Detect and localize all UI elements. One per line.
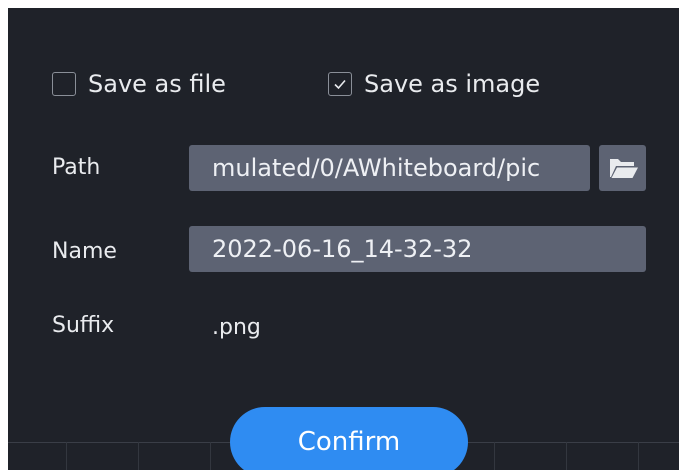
grid-divider — [494, 442, 495, 470]
grid-divider — [210, 442, 211, 470]
grid-divider — [566, 442, 567, 470]
save-as-image-option[interactable]: Save as image — [328, 70, 540, 98]
path-field[interactable]: mulated/0/AWhiteboard/pic — [189, 145, 590, 191]
folder-open-icon — [609, 159, 638, 178]
save-as-image-checkbox[interactable] — [328, 72, 352, 96]
browse-folder-button[interactable] — [599, 145, 646, 191]
name-label: Name — [52, 239, 117, 264]
save-as-file-option[interactable]: Save as file — [52, 70, 226, 98]
confirm-button[interactable]: Confirm — [230, 407, 468, 470]
name-field[interactable]: 2022-06-16_14-32-32 — [189, 226, 646, 272]
grid-divider — [66, 442, 67, 470]
grid-divider — [638, 442, 639, 470]
save-dialog: Save as file Save as image Path mulated/… — [8, 8, 679, 470]
path-label: Path — [52, 155, 101, 180]
suffix-value: .png — [212, 315, 261, 340]
suffix-label: Suffix — [52, 313, 115, 338]
save-as-image-label: Save as image — [364, 70, 541, 98]
save-as-file-checkbox[interactable] — [52, 72, 76, 96]
grid-divider — [138, 442, 139, 470]
save-as-file-label: Save as file — [88, 70, 226, 98]
check-icon — [334, 79, 346, 90]
